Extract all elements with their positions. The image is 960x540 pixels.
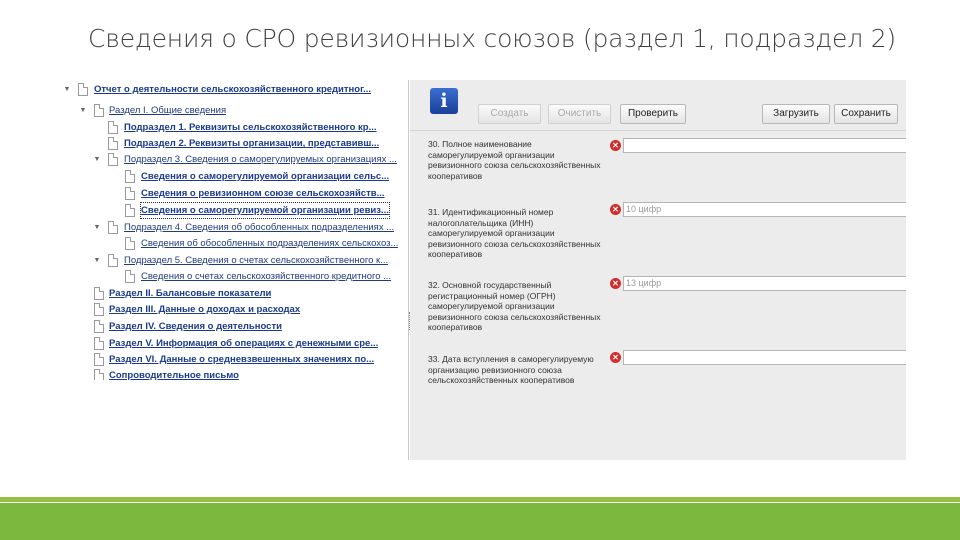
document-icon: [94, 303, 104, 316]
check-button[interactable]: Проверить: [620, 104, 686, 124]
field-label-join-date: 33. Дата вступления в саморегулируемую о…: [428, 354, 594, 385]
error-icon: ✕: [610, 352, 621, 363]
field-label-ogrn: 32. Основной государственный регистрацио…: [428, 280, 601, 332]
document-icon: [78, 83, 88, 96]
expand-arrow-icon[interactable]: ▼: [62, 82, 72, 97]
tree-item-subsection-2[interactable]: Подраздел 2. Реквизиты организации, пред…: [62, 136, 408, 151]
info-icon: i: [430, 88, 458, 114]
toolbar-divider: [410, 130, 906, 131]
tree-item-cover-letter[interactable]: Сопроводительное письмо: [62, 368, 408, 380]
save-button[interactable]: Сохранить: [834, 104, 898, 124]
full-name-field[interactable]: [623, 138, 906, 153]
document-icon: [108, 221, 118, 234]
tree-item-branches[interactable]: Сведения об обособленных подразделениях …: [62, 236, 408, 251]
document-icon: [125, 204, 135, 217]
expand-arrow-icon[interactable]: ▼: [78, 103, 88, 118]
error-icon: ✕: [610, 278, 621, 289]
expand-arrow-icon[interactable]: ▼: [92, 253, 102, 268]
document-icon: [108, 153, 118, 166]
tree-item-accounts[interactable]: Сведения о счетах сельскохозяйственного …: [62, 269, 408, 284]
field-label-inn: 31. Идентификационный номер налогоплател…: [428, 207, 601, 259]
tree-item-section-4[interactable]: Раздел IV. Сведения о деятельности: [62, 319, 408, 334]
report-tree: ▼ Отчет о деятельности сельскохозяйствен…: [62, 80, 408, 380]
tree-item-audit-union[interactable]: Сведения о ревизионном союзе сельскохозя…: [62, 186, 408, 201]
expand-arrow-icon[interactable]: ▼: [92, 152, 102, 167]
document-icon: [125, 237, 135, 250]
error-icon: ✕: [610, 204, 621, 215]
document-icon: [94, 369, 104, 380]
footer-accent-line: [0, 497, 960, 502]
slide-title: Сведения о СРО ревизионных союзов (разде…: [88, 24, 896, 53]
clear-button[interactable]: Очистить: [548, 104, 611, 124]
panel-splitter[interactable]: [408, 80, 409, 460]
footer-bar: [0, 503, 960, 540]
error-icon: ✕: [610, 140, 621, 151]
tree-item-subsection-4[interactable]: ▼ Подраздел 4. Сведения об обособленных …: [62, 220, 408, 235]
document-icon: [125, 270, 135, 283]
tree-item-subsection-3[interactable]: ▼ Подраздел 3. Сведения о саморегулируем…: [62, 152, 408, 167]
document-icon: [125, 170, 135, 183]
tree-item-section-3[interactable]: Раздел III. Данные о доходах и расходах: [62, 302, 408, 317]
inn-field[interactable]: 10 цифр: [623, 202, 906, 217]
ogrn-field[interactable]: 13 цифр: [623, 276, 906, 291]
field-label-full-name: 30. Полное наименование саморегулируемой…: [428, 139, 601, 181]
load-button[interactable]: Загрузить: [762, 104, 830, 124]
tree-item-subsection-5[interactable]: ▼ Подраздел 5. Сведения о счетах сельско…: [62, 253, 408, 268]
join-date-field[interactable]: [623, 350, 906, 365]
document-icon: [94, 320, 104, 333]
document-icon: [108, 121, 118, 134]
tree-item-subsection-1[interactable]: Подраздел 1. Реквизиты сельскохозяйствен…: [62, 120, 408, 135]
tree-item-sro-audit-selected[interactable]: Сведения о саморегулируемой организации …: [62, 202, 408, 219]
tree-item-section-2[interactable]: Раздел II. Балансовые показатели: [62, 286, 408, 301]
document-icon: [94, 104, 104, 117]
form-panel: i Создать Очистить Проверить Загрузить С…: [410, 80, 906, 460]
document-icon: [125, 187, 135, 200]
tree-item-sro-info[interactable]: Сведения о саморегулируемой организации …: [62, 169, 408, 184]
tree-item-section-5[interactable]: Раздел V. Информация об операциях с дене…: [62, 336, 408, 351]
tree-item-section-1[interactable]: ▼ Раздел I. Общие сведения: [62, 103, 408, 118]
create-button[interactable]: Создать: [478, 104, 541, 124]
expand-arrow-icon[interactable]: ▼: [92, 220, 102, 235]
document-icon: [94, 337, 104, 350]
tree-item-section-6[interactable]: Раздел VI. Данные о средневзвешенных зна…: [62, 352, 408, 367]
tree-item-report[interactable]: ▼ Отчет о деятельности сельскохозяйствен…: [62, 82, 408, 97]
document-icon: [108, 254, 118, 267]
document-icon: [108, 137, 118, 150]
document-icon: [94, 353, 104, 366]
document-icon: [94, 287, 104, 300]
